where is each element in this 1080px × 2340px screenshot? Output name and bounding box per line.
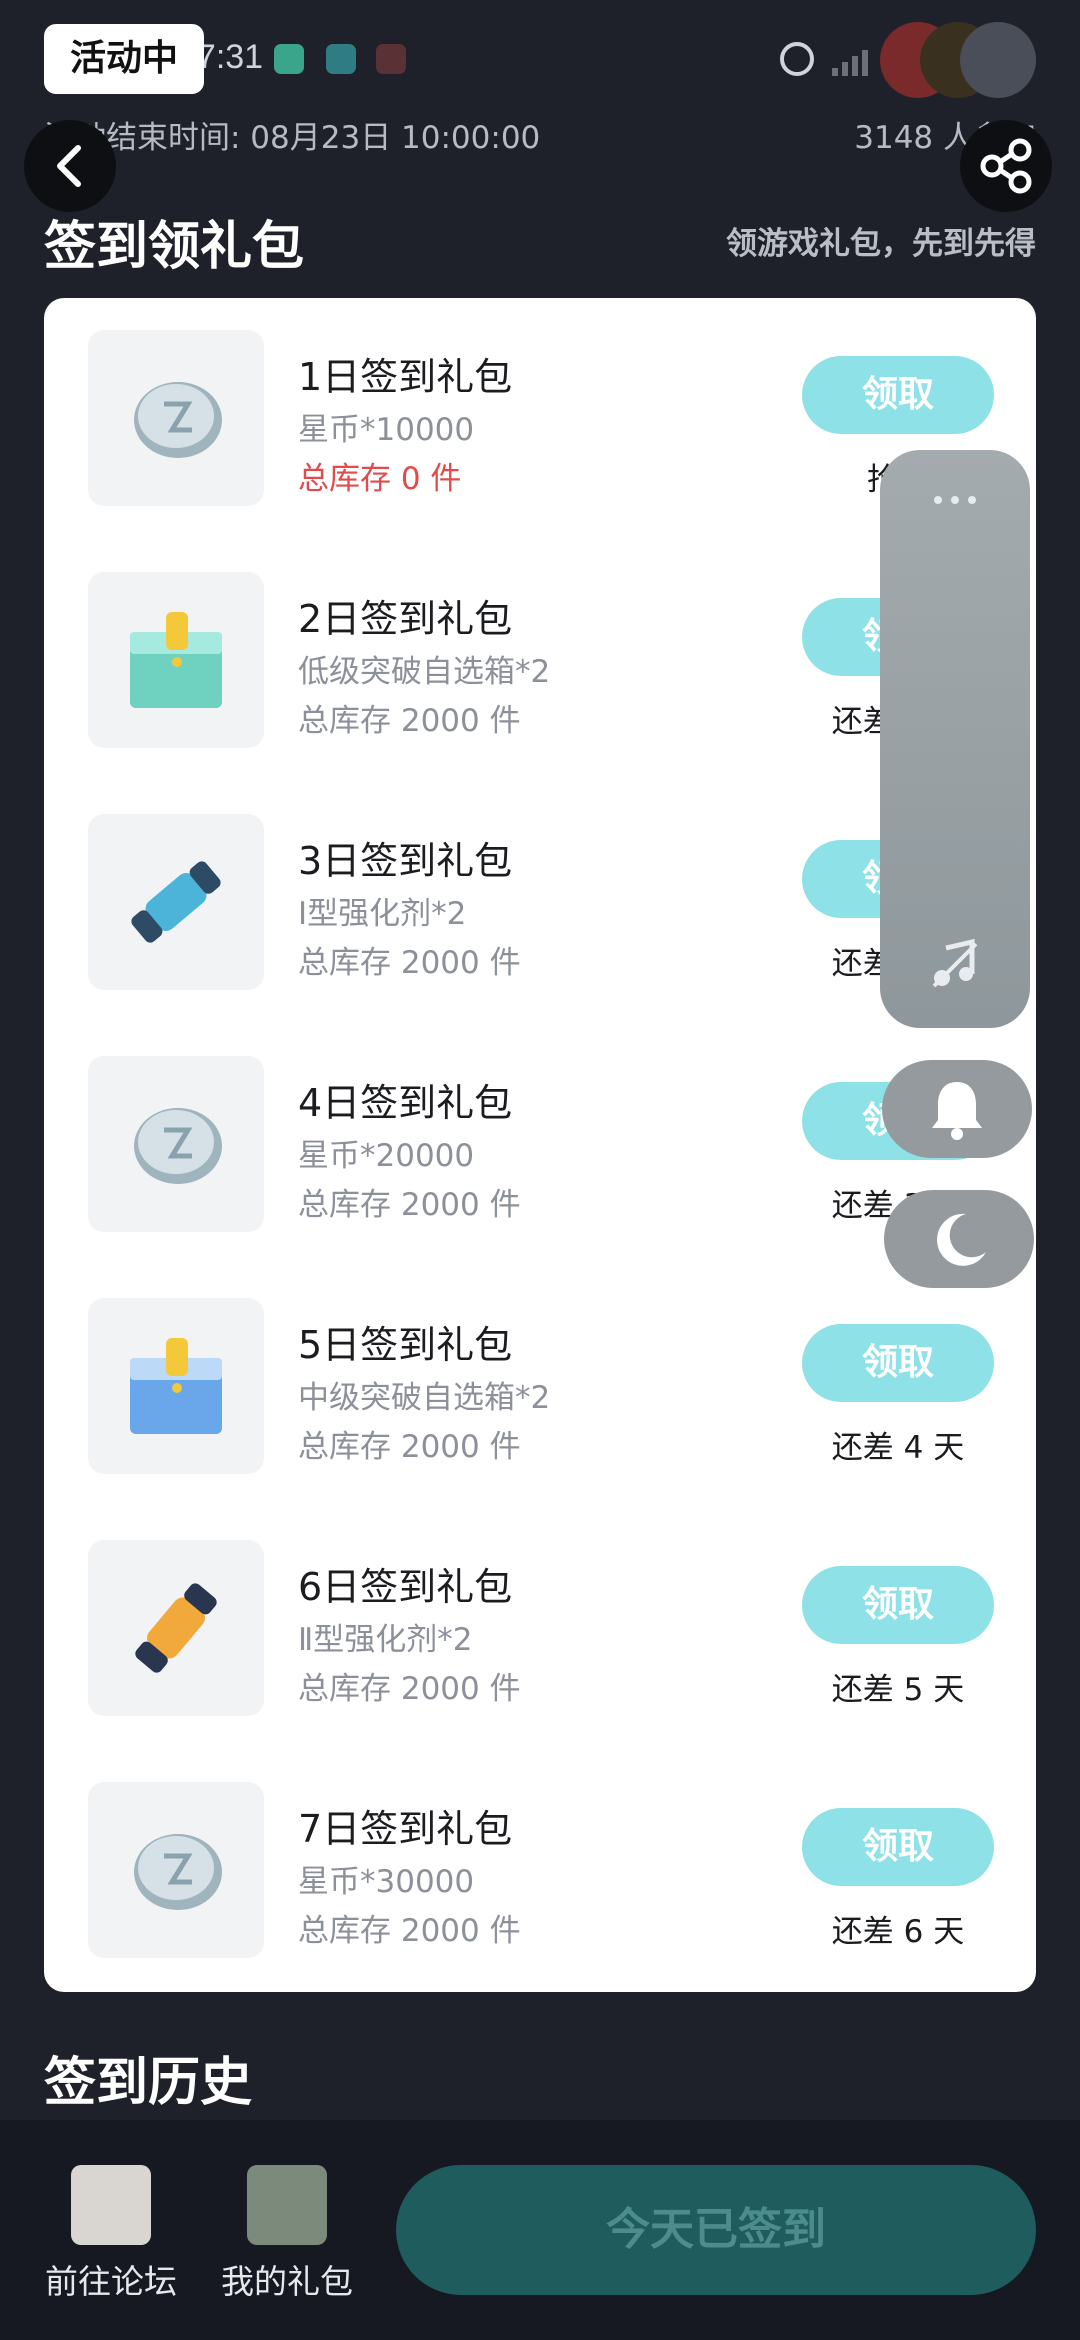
section-title-history: 签到历史 xyxy=(44,2053,253,2113)
gift-description: 星币*30000 xyxy=(298,1864,475,1900)
alarm-icon xyxy=(780,42,814,76)
claim-button[interactable]: 领取 xyxy=(802,1566,994,1644)
silver-coin-icon xyxy=(88,1782,264,1958)
notification-bell-button[interactable] xyxy=(882,1060,1032,1158)
gift-status-note: 还差 4 天 xyxy=(831,1430,965,1466)
moon-icon xyxy=(937,1213,986,1266)
gift-stock: 总库存 2000 件 xyxy=(298,1671,521,1707)
gift-stock: 总库存 2000 件 xyxy=(298,1187,521,1223)
gift-description: Ⅰ型强化剂*2 xyxy=(298,896,467,932)
gift-stock: 总库存 2000 件 xyxy=(298,703,521,739)
blue-capsule-icon xyxy=(88,814,264,990)
dark-mode-button[interactable] xyxy=(884,1190,1034,1288)
app-notification-icon xyxy=(376,44,406,74)
activity-status-badge: 活动中 xyxy=(44,24,204,94)
gift-title: 7日签到礼包 xyxy=(298,1807,513,1851)
silver-coin-icon xyxy=(88,330,264,506)
gift-title: 4日签到礼包 xyxy=(298,1081,513,1125)
gift-stock: 总库存 2000 件 xyxy=(298,1429,521,1465)
gift-row: 6日签到礼包 Ⅱ型强化剂*2 总库存 2000 件 领取 还差 5 天 xyxy=(44,1508,1036,1750)
bell-icon xyxy=(932,1082,982,1140)
activity-end-time: 活动结束时间: 08月23日 10:00:00 xyxy=(44,120,541,156)
share-icon xyxy=(980,138,1032,194)
my-gifts-nav-button[interactable]: 我的礼包 xyxy=(212,2165,362,2303)
green-mystery-box-icon xyxy=(88,572,264,748)
gift-stock: 总库存 2000 件 xyxy=(298,945,521,981)
signal-icon xyxy=(830,48,880,76)
gift-description: 星币*10000 xyxy=(298,412,475,448)
checked-in-today-button[interactable]: 今天已签到 xyxy=(396,2165,1036,2295)
gift-description: 低级突破自选箱*2 xyxy=(298,654,551,690)
claim-button[interactable]: 领取 xyxy=(802,1324,994,1402)
silver-coin-icon xyxy=(88,1056,264,1232)
floating-toolbar xyxy=(880,450,1030,1028)
gift-description: 星币*20000 xyxy=(298,1138,475,1174)
section-subtitle: 领游戏礼包，先到先得 xyxy=(726,226,1036,262)
gift-title: 1日签到礼包 xyxy=(298,355,513,399)
more-options-icon[interactable] xyxy=(930,490,980,510)
gift-status-note: 还差 6 天 xyxy=(831,1914,965,1950)
app-notification-icon xyxy=(326,44,356,74)
gift-title: 3日签到礼包 xyxy=(298,839,513,883)
music-off-icon[interactable] xyxy=(928,938,982,992)
gift-avatar-icon xyxy=(247,2165,327,2245)
chevron-left-icon xyxy=(57,145,81,187)
gift-stock: 总库存 0 件 xyxy=(298,461,462,497)
forum-label: 前往论坛 xyxy=(45,2262,177,2301)
back-button[interactable] xyxy=(24,120,116,212)
forum-nav-button[interactable]: 前往论坛 xyxy=(36,2165,186,2303)
gift-stock: 总库存 2000 件 xyxy=(298,1913,521,1949)
participant-avatar xyxy=(960,22,1036,98)
gift-title: 5日签到礼包 xyxy=(298,1323,513,1367)
share-button[interactable] xyxy=(960,120,1052,212)
claim-button[interactable]: 领取 xyxy=(802,1808,994,1886)
claim-button[interactable]: 领取 xyxy=(802,356,994,434)
gift-row: 5日签到礼包 中级突破自选箱*2 总库存 2000 件 领取 还差 4 天 xyxy=(44,1266,1036,1508)
gift-status-note: 还差 5 天 xyxy=(831,1672,965,1708)
orange-capsule-icon xyxy=(88,1540,264,1716)
gift-title: 2日签到礼包 xyxy=(298,597,513,641)
blue-mystery-box-icon xyxy=(88,1298,264,1474)
gift-title: 6日签到礼包 xyxy=(298,1565,513,1609)
gift-description: Ⅱ型强化剂*2 xyxy=(298,1622,473,1658)
forum-avatar-icon xyxy=(71,2165,151,2245)
my-gifts-label: 我的礼包 xyxy=(221,2262,353,2301)
section-title-signin: 签到领礼包 xyxy=(44,217,305,277)
gift-description: 中级突破自选箱*2 xyxy=(298,1380,551,1416)
gift-row: 7日签到礼包 星币*30000 总库存 2000 件 领取 还差 6 天 xyxy=(44,1750,1036,1992)
app-notification-icon xyxy=(274,44,304,74)
